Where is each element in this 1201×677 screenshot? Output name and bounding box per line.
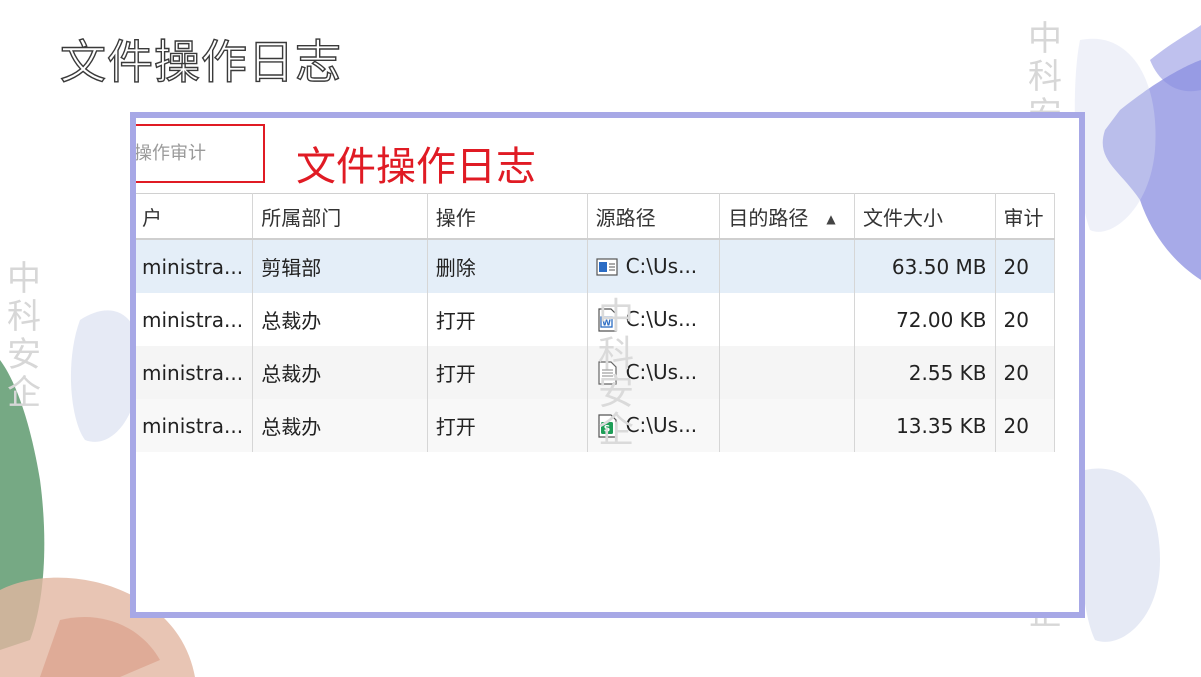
cell-operation: 打开	[427, 293, 588, 346]
cell-file-size: 72.00 KB	[854, 293, 996, 346]
column-header-operation[interactable]: 操作	[427, 193, 588, 240]
table-header-row: 户 所属部门 操作 源路径 目的路径 ▲ 文件大小 审计	[136, 193, 1056, 240]
watermark-text: 中科安企	[7, 259, 41, 413]
cell-department: 总裁办	[252, 293, 428, 346]
cell-operation: 打开	[427, 346, 588, 399]
cell-operation: 删除	[427, 239, 588, 293]
cell-audit-time: 20	[995, 346, 1056, 399]
cell-source-path: C:\Us...	[587, 239, 721, 293]
cell-audit-time: 20	[995, 399, 1056, 452]
cell-destination-path	[719, 346, 856, 399]
video-file-icon	[595, 258, 618, 276]
audit-tab[interactable]: 件操作审计	[133, 124, 265, 183]
column-header-source-path[interactable]: 源路径	[587, 193, 721, 240]
column-header-audit-time[interactable]: 审计	[995, 193, 1056, 240]
annotation-title: 文件操作日志	[296, 144, 536, 190]
cell-audit-time: 20	[995, 293, 1056, 346]
watermark-text: 中科安企	[597, 296, 634, 451]
cell-destination-path	[719, 293, 856, 346]
cell-operation: 打开	[427, 399, 588, 452]
cell-user: ministra...	[136, 346, 254, 399]
cell-department: 剪辑部	[252, 239, 428, 293]
audit-tab-label: 件操作审计	[133, 143, 206, 164]
column-header-department[interactable]: 所属部门	[252, 193, 428, 240]
table-row[interactable]: ministra... 总裁办 打开 S C:\Us... 13.35 KB 20	[136, 399, 1056, 452]
table-row[interactable]: ministra... 总裁办 打开 W C:\Us... 72.00 KB 20	[136, 293, 1056, 346]
screenshot-frame: 件操作审计 文件操作日志 户 所属部门 操作 源路径 目的路径▲ 文件大小 审计…	[130, 112, 1085, 618]
cell-user: ministra...	[136, 293, 254, 346]
cell-user: ministra...	[136, 239, 254, 293]
cell-department: 总裁办	[252, 346, 428, 399]
column-header-file-size[interactable]: 文件大小	[854, 193, 996, 240]
cell-file-size: 2.55 KB	[854, 346, 996, 399]
sort-ascending-icon: ▲	[826, 211, 836, 226]
cell-file-size: 63.50 MB	[854, 239, 996, 293]
cell-file-size: 13.35 KB	[854, 399, 996, 452]
cell-destination-path	[719, 239, 856, 293]
cell-department: 总裁办	[252, 399, 428, 452]
column-header-destination-path[interactable]: 目的路径 ▲	[719, 193, 856, 240]
column-header-user[interactable]: 户	[136, 193, 254, 240]
file-log-table: 户 所属部门 操作 源路径 目的路径 ▲ 文件大小 审计 ministra... …	[136, 193, 1056, 452]
table-row[interactable]: ministra... 总裁办 打开 C:\Us... 2.55 KB 20	[136, 346, 1056, 399]
cell-destination-path	[719, 399, 856, 452]
slide-title: 文件操作日志	[59, 34, 342, 89]
table-row[interactable]: ministra... 剪辑部 删除 C:\Us... 63.50 MB 20	[136, 239, 1056, 293]
cell-user: ministra...	[136, 399, 254, 452]
cell-audit-time: 20	[995, 239, 1056, 293]
